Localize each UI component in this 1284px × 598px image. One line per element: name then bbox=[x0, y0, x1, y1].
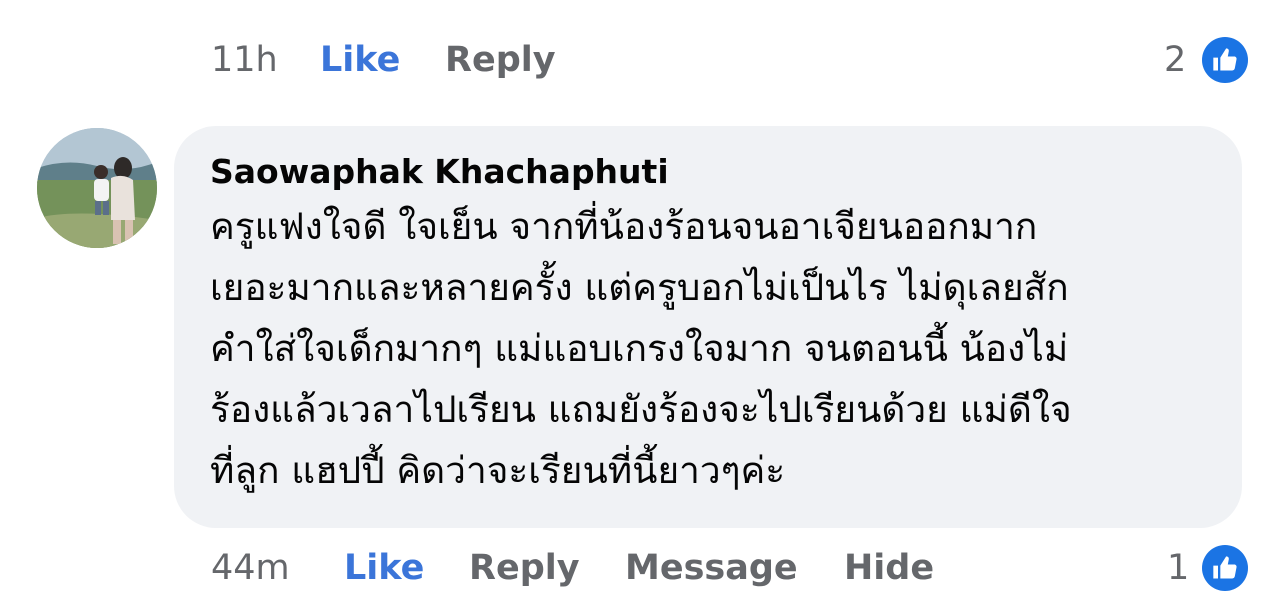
thumbs-up-icon[interactable] bbox=[1202, 545, 1248, 591]
comment-bubble[interactable]: Saowaphak Khachaphuti ครูแฟงใจดี ใจเย็น … bbox=[174, 126, 1242, 528]
previous-comment-actions: 11h Like Reply 2 bbox=[0, 30, 1284, 90]
comment-line: ร้องแล้วเวลาไปเรียน แถมยังร้องจะไปเรียนด… bbox=[210, 388, 1072, 431]
comment-line: คำใส่ใจเด็กมากๆ แม่แอบเกรงใจมาก จนตอนนี้… bbox=[210, 327, 1069, 370]
reply-button[interactable]: Reply bbox=[445, 30, 556, 90]
comment-text: ครูแฟงใจดี ใจเย็น จากที่น้องร้อนจนอาเจีย… bbox=[210, 196, 1220, 501]
hide-button[interactable]: Hide bbox=[844, 538, 934, 598]
reply-button[interactable]: Reply bbox=[469, 538, 580, 598]
comment-line: ครูแฟงใจดี ใจเย็น จากที่น้องร้อนจนอาเจีย… bbox=[210, 205, 1038, 248]
avatar[interactable] bbox=[37, 128, 157, 248]
comment-author[interactable]: Saowaphak Khachaphuti bbox=[210, 152, 669, 191]
comment-actions: 44m Like Reply Message Hide 1 bbox=[0, 538, 1284, 598]
reaction-count[interactable]: 1 bbox=[1167, 538, 1189, 598]
comment-timestamp[interactable]: 11h bbox=[211, 30, 278, 90]
message-button[interactable]: Message bbox=[625, 538, 798, 598]
thumbs-up-icon[interactable] bbox=[1202, 37, 1248, 83]
comment-timestamp[interactable]: 44m bbox=[211, 538, 290, 598]
comment-line: ที่ลูก แฮปปี้ คิดว่าจะเรียนที่นี้ยาวๆค่ะ bbox=[210, 449, 786, 492]
reaction-count[interactable]: 2 bbox=[1164, 30, 1186, 90]
like-button[interactable]: Like bbox=[320, 30, 400, 90]
avatar-photo bbox=[37, 128, 157, 248]
like-button[interactable]: Like bbox=[344, 538, 424, 598]
comment-line: เยอะมากและหลายครั้ง แต่ครูบอกไม่เป็นไร ไ… bbox=[210, 266, 1069, 309]
